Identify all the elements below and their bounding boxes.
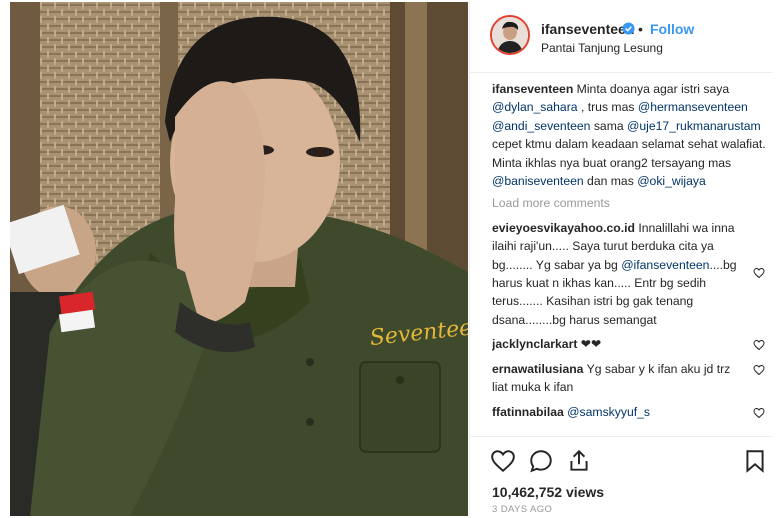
verified-badge-icon [622, 22, 635, 35]
comment-username[interactable]: ffatinnabilaa [492, 405, 564, 419]
list-item: ffatinnabilaa @samskyyuf_s [492, 403, 767, 421]
instagram-post-window: Seventeen ifanseventeen • Follow Pantai … [0, 0, 780, 518]
heart-icon[interactable] [490, 448, 516, 474]
caption-mention[interactable]: @oki_wijaya [637, 174, 706, 188]
comment-username[interactable]: jacklynclarkart [492, 337, 577, 351]
caption-text: sama [590, 118, 628, 133]
list-item: evieyoesvikayahoo.co.id Innalillahi wa i… [492, 219, 767, 329]
list-item: jacklynclarkart ❤❤ [492, 335, 767, 353]
comments-list[interactable]: ifanseventeen Minta doanya agar istri sa… [492, 80, 767, 436]
like-comment-heart-icon[interactable] [753, 364, 765, 376]
like-comment-heart-icon[interactable] [753, 267, 765, 279]
comment-text: ❤❤ [577, 337, 602, 352]
caption-mention[interactable]: @andi_seventeen [492, 119, 590, 133]
list-item: ernawatilusiana Yg sabar y k ifan aku jd… [492, 360, 767, 397]
header-separator: • [638, 21, 643, 37]
post-actions: 10,462,752 views 3 DAYS AGO [470, 436, 773, 517]
caption-mention[interactable]: @baniseventeen [492, 174, 584, 188]
like-comment-heart-icon[interactable] [753, 339, 765, 351]
post-photo-illustration: Seventeen [10, 2, 468, 516]
post-date[interactable]: 3 DAYS AGO [492, 504, 552, 515]
view-count[interactable]: 10,462,752 views [492, 484, 604, 500]
comment-icon[interactable] [528, 448, 554, 474]
like-comment-heart-icon[interactable] [753, 407, 765, 419]
comment-username[interactable]: ernawatilusiana [492, 362, 583, 376]
post-caption: ifanseventeen Minta doanya agar istri sa… [492, 80, 767, 190]
avatar-image [492, 17, 528, 53]
comment-mention[interactable]: @ifanseventeen [621, 258, 709, 272]
post-header: ifanseventeen • Follow Pantai Tanjung Le… [470, 2, 773, 73]
avatar[interactable] [490, 15, 530, 55]
caption-text: Minta doanya agar istri saya [573, 82, 730, 96]
caption-text: dan mas [583, 174, 638, 189]
post-side-panel: ifanseventeen • Follow Pantai Tanjung Le… [469, 2, 773, 516]
follow-button[interactable]: Follow [650, 21, 694, 37]
caption-mention[interactable]: @dylan_sahara [492, 100, 578, 114]
load-more-comments-button[interactable]: Load more comments [492, 194, 767, 212]
comment-username[interactable]: evieyoesvikayahoo.co.id [492, 221, 635, 235]
header-username[interactable]: ifanseventeen [541, 21, 634, 37]
bookmark-icon[interactable] [742, 448, 768, 474]
location-link[interactable]: Pantai Tanjung Lesung [541, 41, 663, 55]
caption-text: cepet ktmu dalam keadaan selamat sehat w… [492, 137, 766, 170]
share-icon[interactable] [566, 448, 592, 474]
caption-text: , trus mas [577, 100, 638, 115]
post-photo[interactable]: Seventeen [10, 2, 468, 516]
comment-mention[interactable]: @samskyyuf_s [567, 405, 650, 419]
caption-mention[interactable]: @hermanseventeen [638, 100, 748, 114]
caption-username[interactable]: ifanseventeen [492, 82, 573, 96]
caption-mention[interactable]: @uje17_rukmanarustam [627, 119, 761, 133]
